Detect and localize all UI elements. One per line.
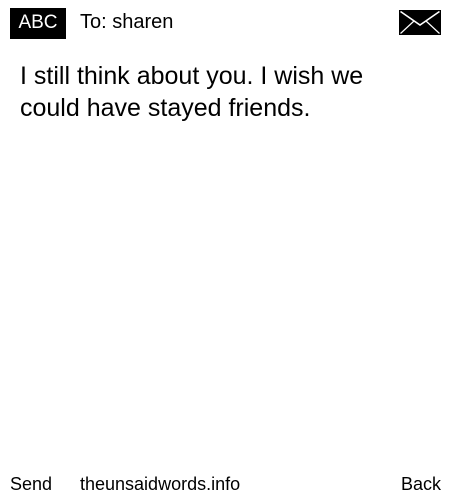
envelope-icon[interactable] [399,10,441,35]
input-mode-badge[interactable]: ABC [10,8,66,39]
send-button[interactable]: Send [10,472,52,496]
envelope-icon-graphic [399,10,441,35]
message-header: ABC To: sharen [0,0,450,44]
recipient-label: To: sharen [80,11,174,33]
softkey-bar: Send theunsaidwords.info Back [0,472,450,498]
site-link[interactable]: theunsaidwords.info [80,472,240,496]
message-body: I still think about you. I wish we could… [20,62,364,122]
back-button[interactable]: Back [401,472,441,496]
